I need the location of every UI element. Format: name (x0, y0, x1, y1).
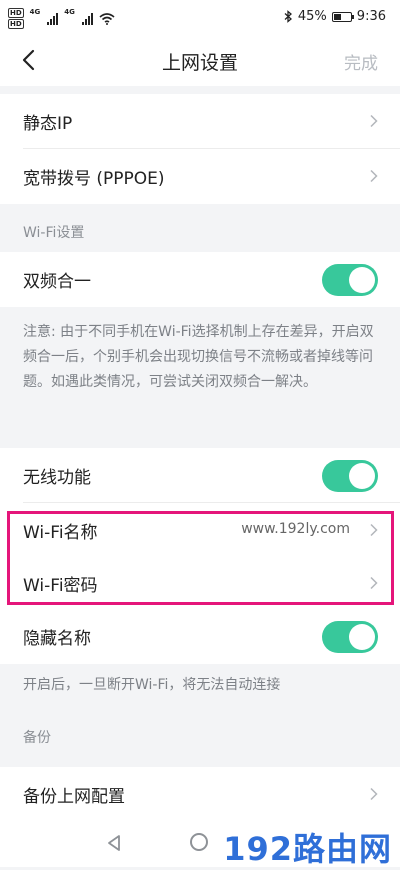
status-bar: HD HD 4G 4G 45% 9:36 (0, 0, 400, 34)
hd-badge-2: HD (8, 19, 24, 29)
wireless-toggle[interactable] (322, 460, 378, 492)
wireless-row: 无线功能 (0, 448, 400, 503)
status-bar-left: HD HD 4G 4G (8, 8, 115, 29)
hide-name-row: 隐藏名称 (0, 609, 400, 664)
dual-band-row: 双频合一 (0, 252, 400, 307)
chevron-right-icon (370, 787, 378, 801)
backup-section-title: 备份 (23, 730, 51, 746)
dual-band-label: 双频合一 (23, 272, 91, 292)
backup-config-row[interactable]: 备份上网配置 (0, 767, 400, 822)
battery-level (333, 13, 341, 20)
dual-band-note: 注意: 由于不同手机在Wi-Fi选择机制上存在差异，开启双频合一后，个别手机会出… (23, 324, 374, 390)
status-bar-right: 45% 9:36 (284, 9, 386, 24)
system-nav-bar: 192路由网 (0, 820, 400, 868)
wifi-password-row[interactable]: Wi-Fi密码 (0, 556, 400, 611)
wifi-section-title: Wi-Fi设置 (23, 225, 85, 241)
wifi-name-label: Wi-Fi名称 (23, 523, 98, 543)
chevron-right-icon (370, 576, 378, 590)
hd-badge-1: HD (8, 8, 24, 18)
hd-badges: HD HD (8, 8, 24, 29)
bluetooth-icon (284, 10, 292, 23)
backup-config-label: 备份上网配置 (23, 787, 125, 807)
network-type-2: 4G (64, 8, 75, 16)
battery-icon (331, 11, 354, 22)
static-ip-label: 静态IP (23, 114, 73, 134)
network-type-1: 4G (29, 8, 41, 16)
nav-bar: 上网设置 完成 (0, 34, 400, 86)
hide-name-toggle[interactable] (322, 621, 378, 653)
wifi-name-value: www.192ly.com (241, 521, 350, 537)
nav-home-icon[interactable] (190, 833, 208, 851)
toggle-knob (349, 624, 375, 650)
battery-percent: 45% (297, 9, 327, 24)
dual-band-toggle[interactable] (322, 264, 378, 296)
wifi-name-row[interactable]: Wi-Fi名称 www.192ly.com (0, 503, 400, 558)
pppoe-row[interactable]: 宽带拨号 (PPPOE) (0, 149, 400, 204)
chevron-right-icon (370, 523, 378, 537)
wireless-label: 无线功能 (23, 468, 91, 488)
status-time: 9:36 (356, 9, 386, 24)
wifi-password-label: Wi-Fi密码 (23, 576, 98, 596)
signal-icon-1 (47, 12, 59, 25)
signal-icon-2 (81, 12, 93, 25)
chevron-right-icon (370, 169, 378, 183)
watermark-logo: 192路由网 (223, 830, 392, 868)
toggle-knob (349, 267, 375, 293)
chevron-right-icon (370, 114, 378, 128)
wifi-icon (99, 12, 115, 25)
pppoe-label: 宽带拨号 (PPPOE) (23, 169, 165, 189)
static-ip-row[interactable]: 静态IP (0, 94, 400, 149)
nav-back-icon[interactable] (106, 834, 122, 852)
page-title: 上网设置 (161, 52, 238, 74)
toggle-knob (349, 463, 375, 489)
hide-name-note: 开启后，一旦断开Wi-Fi，将无法自动连接 (23, 677, 281, 693)
hide-name-label: 隐藏名称 (23, 629, 91, 649)
done-button[interactable]: 完成 (344, 49, 378, 74)
